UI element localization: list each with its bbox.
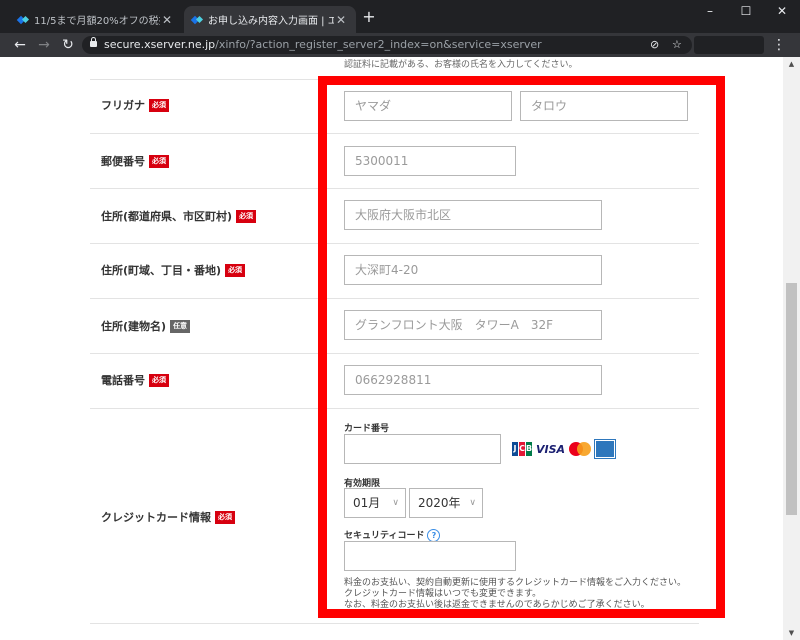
scrollbar[interactable]: ▲ ▼ [783,57,800,640]
xserver-favicon-icon [192,15,202,25]
label-text: 電話番号 [101,374,145,387]
menu-dots-icon[interactable]: ⋮ [772,35,786,55]
scroll-thumb[interactable] [786,283,797,515]
label-furigana: フリガナ 必須 [101,97,169,113]
tab-strip: 11/5まで月額20%オフの税抜720円 ✕ お申し込み内容入力画面 | エック… [0,0,800,33]
divider [90,623,699,624]
label-credit-card: クレジットカード情報 必須 [101,509,235,525]
maximize-button[interactable]: ☐ [728,0,764,24]
new-tab-button[interactable]: + [360,8,378,26]
scroll-down-icon[interactable]: ▼ [783,626,800,640]
required-badge: 必須 [225,263,246,277]
forward-arrow-icon[interactable]: → [34,35,54,55]
label-text: 住所(建物名) [101,320,167,333]
required-badge: 必須 [215,510,235,524]
xserver-favicon-icon [18,15,28,25]
optional-badge: 任意 [170,319,191,333]
label-postal: 郵便番号 必須 [101,153,169,169]
tab-inactive[interactable]: 11/5まで月額20%オフの税抜720円 ✕ [10,6,182,33]
close-window-button[interactable]: ✕ [764,0,800,24]
url-path: /xinfo/?action_register_server2_index=on… [215,38,542,51]
back-arrow-icon[interactable]: ← [10,35,30,55]
browser-toolbar: ← → ↻ secure.xserver.ne.jp/xinfo/?action… [0,33,800,57]
close-tab-icon[interactable]: ✕ [160,13,174,27]
tab-active[interactable]: お申し込み内容入力画面 | エックス ✕ [184,6,356,33]
red-highlight-box [318,76,725,618]
eye-slash-icon[interactable]: ⊘ [650,36,659,54]
label-phone: 電話番号 必須 [101,372,169,388]
label-text: 住所(町域、丁目・番地) [101,264,222,277]
address-bar[interactable]: secure.xserver.ne.jp/xinfo/?action_regis… [82,36,692,54]
close-tab-icon[interactable]: ✕ [334,13,348,27]
tab-title: 11/5まで月額20%オフの税抜720円 [34,16,160,27]
name-note: 認証料に記載がある、お客様の氏名を入力してください。 [344,60,578,70]
reload-icon[interactable]: ↻ [58,35,78,55]
scroll-up-icon[interactable]: ▲ [783,57,800,71]
label-text: 郵便番号 [101,155,145,168]
label-text: 住所(都道府県、市区町村) [101,210,233,223]
page-viewport: 認証料に記載がある、お客様の氏名を入力してください。 フリガナ 必須 ヤマダ タ… [0,57,783,640]
required-badge: 必須 [149,98,169,112]
profile-area[interactable] [694,36,764,54]
minimize-button[interactable]: – [692,0,728,24]
required-badge: 必須 [149,154,169,168]
label-address2: 住所(町域、丁目・番地) 必須 [101,262,246,278]
tab-title: お申し込み内容入力画面 | エックス [208,16,334,27]
lock-icon [90,37,97,47]
required-badge: 必須 [236,209,257,223]
label-text: フリガナ [101,99,145,112]
required-badge: 必須 [149,373,169,387]
url-host: secure.xserver.ne.jp [104,38,216,51]
star-icon[interactable]: ☆ [672,36,682,54]
label-address1: 住所(都道府県、市区町村) 必須 [101,208,257,224]
label-address3: 住所(建物名) 任意 [101,318,191,334]
label-text: クレジットカード情報 [101,511,211,524]
